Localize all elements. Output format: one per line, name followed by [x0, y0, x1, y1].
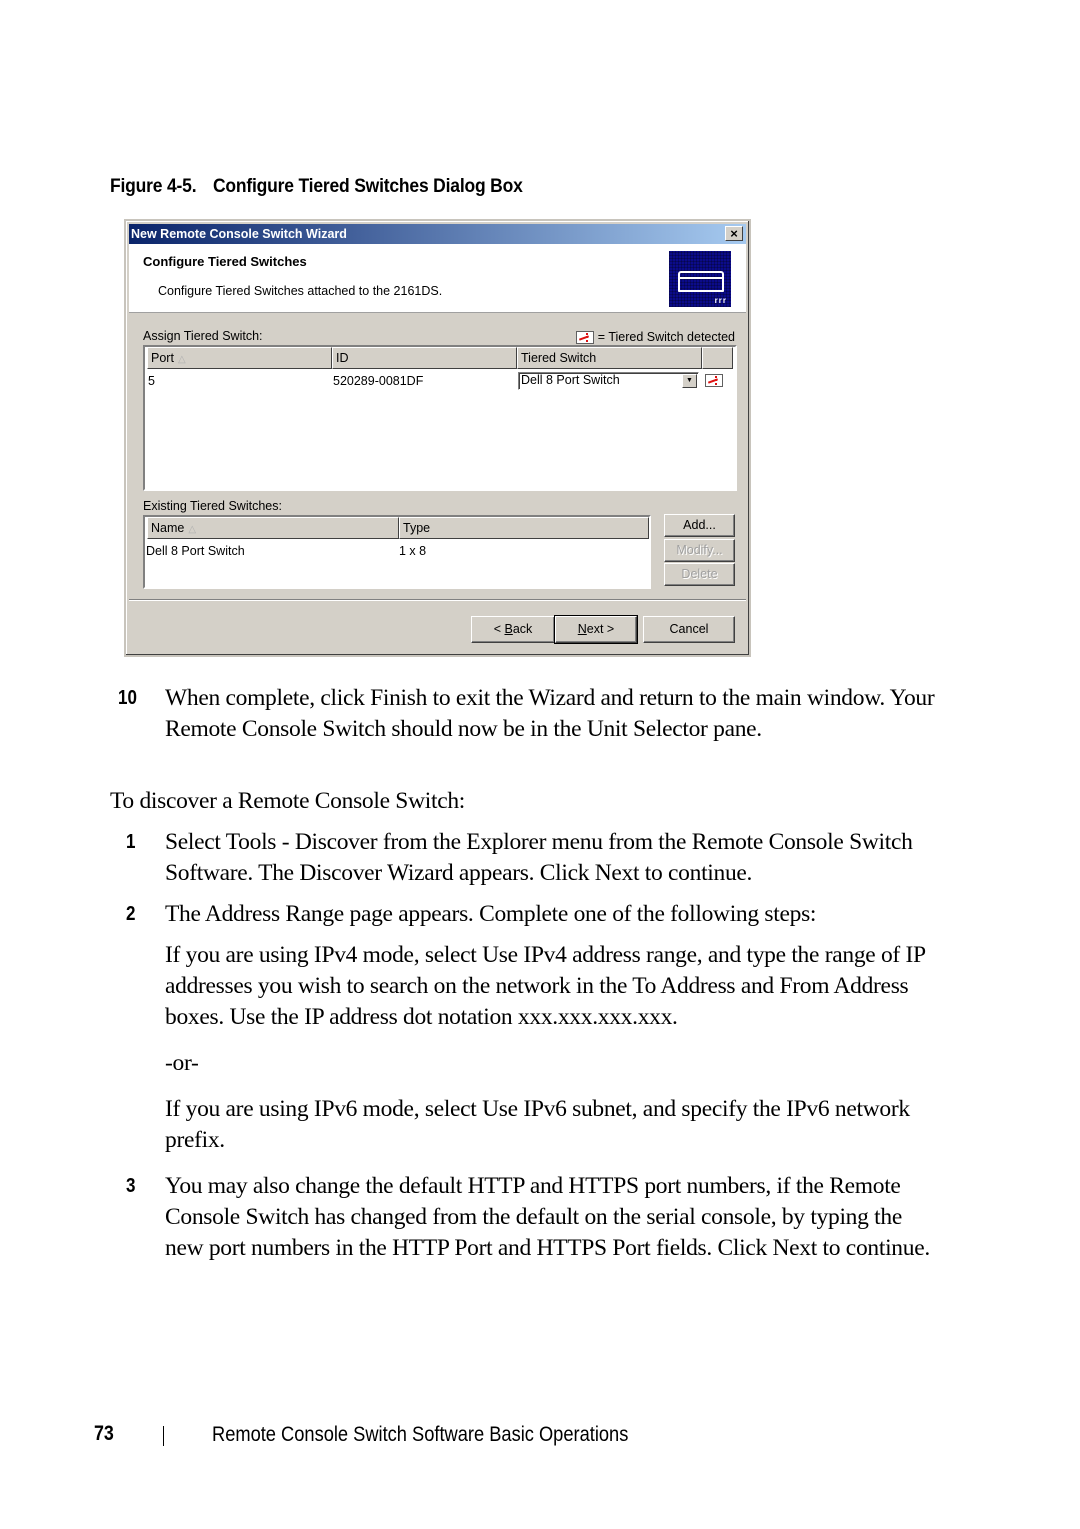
- column-header-tiered-switch[interactable]: Tiered Switch: [517, 347, 702, 369]
- figure-number: Figure 4-5.: [110, 176, 197, 197]
- legend-text: = Tiered Switch detected: [597, 330, 735, 344]
- cell-id: 520289-0081DF: [333, 374, 424, 388]
- step-1-text: Select Tools - Discover from the Explore…: [165, 829, 913, 886]
- sort-ascending-icon: △: [177, 354, 186, 365]
- step-3-text: You may also change the default HTTP and…: [165, 1173, 930, 1261]
- tiered-switch-detected-icon: [705, 374, 723, 387]
- section-title: Remote Console Switch Software Basic Ope…: [212, 1423, 629, 1446]
- figure-caption: Figure 4-5. Configure Tiered Switches Dia…: [110, 176, 523, 198]
- close-icon: ×: [730, 226, 738, 241]
- page-number: 73: [94, 1422, 114, 1445]
- column-header-type[interactable]: Type: [399, 517, 649, 539]
- figure-title: Configure Tiered Switches Dialog Box: [212, 176, 523, 197]
- modify-button[interactable]: Modify...: [664, 539, 735, 562]
- existing-tiered-switches-label: Existing Tiered Switches:: [143, 499, 282, 513]
- dialog-title: New Remote Console Switch Wizard: [131, 227, 347, 241]
- next-mnemonic: N: [577, 622, 587, 636]
- cancel-button[interactable]: Cancel: [643, 616, 735, 643]
- column-label: Name: [151, 521, 185, 535]
- switch-device-icon: rrr: [669, 251, 731, 307]
- step-number: 2: [126, 903, 136, 925]
- cell-port: 5: [148, 374, 155, 388]
- next-rest: ext >: [586, 622, 615, 636]
- add-button[interactable]: Add...: [664, 514, 735, 537]
- column-header-id[interactable]: ID: [332, 347, 517, 369]
- tiered-switch-legend: = Tiered Switch detected: [575, 330, 735, 344]
- wizard-dialog: New Remote Console Switch Wizard × Confi…: [124, 219, 751, 657]
- column-header-port[interactable]: Port △: [147, 347, 332, 369]
- back-prefix: <: [493, 622, 505, 636]
- step-number: 1: [126, 831, 136, 853]
- back-button[interactable]: < Back: [471, 616, 555, 643]
- cell-name: Dell 8 Port Switch: [146, 544, 245, 558]
- next-button[interactable]: Next >: [554, 615, 638, 644]
- switch-box-shape: [678, 271, 724, 292]
- sort-ascending-icon: △: [188, 524, 197, 535]
- discover-intro: To discover a Remote Console Switch:: [110, 788, 466, 814]
- dropdown-arrow-icon[interactable]: ▼: [682, 374, 697, 388]
- ipv6-instructions: If you are using IPv6 mode, select Use I…: [165, 1096, 910, 1153]
- wizard-step-subtitle: Configure Tiered Switches attached to th…: [158, 284, 443, 298]
- column-header-name[interactable]: Name △: [147, 517, 399, 539]
- back-mnemonic: B: [504, 622, 513, 636]
- footer-separator: [129, 599, 746, 601]
- step-2-text: The Address Range page appears. Complete…: [165, 901, 817, 927]
- cell-type: 1 x 8: [399, 544, 427, 558]
- switch-leds: rrr: [714, 296, 727, 305]
- dialog-titlebar[interactable]: New Remote Console Switch Wizard ×: [129, 224, 746, 244]
- step-10-text: When complete, click Finish to exit the …: [165, 685, 935, 742]
- column-label: Port: [151, 351, 174, 365]
- existing-tiered-switches-table[interactable]: Name △ Type Dell 8 Port Switch 1 x 8: [143, 515, 651, 589]
- back-rest: ack: [512, 622, 533, 636]
- wizard-step-title: Configure Tiered Switches: [143, 254, 307, 269]
- assign-tiered-switch-table[interactable]: Port △ ID Tiered Switch 5 520289-0081DF D…: [143, 345, 737, 491]
- tiered-switch-detected-icon: [575, 330, 594, 344]
- assign-tiered-switch-label: Assign Tiered Switch:: [143, 329, 263, 343]
- step-number: 3: [126, 1175, 136, 1197]
- tiered-switch-select[interactable]: Dell 8 Port Switch ▼: [518, 372, 699, 390]
- step-number: 10: [118, 687, 137, 709]
- wizard-header: Configure Tiered Switches Configure Tier…: [129, 244, 746, 313]
- or-separator: -or-: [165, 1050, 199, 1076]
- delete-button[interactable]: Delete: [664, 563, 735, 586]
- column-header-status[interactable]: [702, 347, 733, 369]
- footer-divider: [163, 1426, 164, 1446]
- ipv4-instructions: If you are using IPv4 mode, select Use I…: [165, 942, 925, 1030]
- tiered-switch-select-value: Dell 8 Port Switch: [521, 373, 620, 387]
- close-button[interactable]: ×: [725, 226, 743, 241]
